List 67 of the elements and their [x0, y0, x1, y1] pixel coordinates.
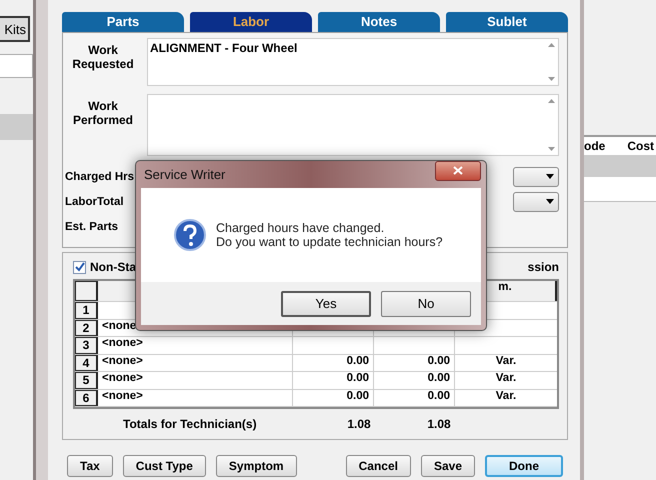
dropdown[interactable]	[513, 192, 559, 212]
scroll-down-icon[interactable]	[548, 147, 554, 151]
table-cell: Var.	[496, 354, 516, 366]
close-button[interactable]	[435, 160, 481, 180]
column-header: ode	[584, 139, 606, 153]
table-cell: Var.	[496, 390, 516, 402]
row-number: 2	[75, 320, 98, 336]
table-cell: 0.00	[428, 354, 450, 366]
question-icon	[174, 219, 206, 251]
table-cell: <none>	[102, 337, 143, 349]
tab[interactable]: Notes	[318, 12, 440, 32]
action-button[interactable]: Cust Type	[122, 455, 206, 477]
dropdown[interactable]	[513, 166, 559, 186]
column-label: ssion	[528, 260, 559, 274]
dialog-title: Service Writer	[143, 167, 226, 182]
field-label: Charged Hrs	[65, 170, 136, 182]
work-performed-field[interactable]	[147, 94, 559, 156]
dialog-message: Do you want to update technician hours?	[216, 235, 443, 249]
table-cell: 0.00	[346, 390, 369, 402]
dialog-button[interactable]: No	[381, 290, 471, 316]
action-button[interactable]: Cancel	[346, 455, 411, 477]
action-button[interactable]: Symptom	[216, 455, 297, 477]
table-row	[584, 177, 656, 202]
dialog-button[interactable]: Yes	[281, 290, 371, 316]
table-cell: <none>	[102, 372, 143, 384]
field-label: Work Performed	[72, 99, 134, 127]
column-header: Cost	[626, 139, 655, 153]
table-cell: 0.00	[428, 390, 450, 402]
table-cell: <none	[102, 320, 136, 332]
row-number: 6	[75, 390, 98, 406]
action-button[interactable]: Done	[485, 455, 563, 477]
table-cell: 0.00	[346, 354, 369, 366]
table-cell: 0.00	[346, 372, 369, 384]
table-cell: Var.	[496, 372, 516, 384]
field-label: Est. Parts	[65, 220, 120, 232]
row-number: 1	[75, 302, 98, 318]
work-requested-field[interactable]: ALIGNMENT - Four Wheel	[147, 38, 559, 86]
scroll-up-icon[interactable]	[548, 99, 554, 103]
total-value: 1.08	[346, 417, 372, 431]
scroll-down-icon[interactable]	[548, 77, 554, 81]
field-label: Work Requested	[71, 43, 135, 71]
total-value: 1.08	[426, 417, 452, 431]
table-row	[584, 155, 656, 177]
caret-icon	[546, 174, 554, 179]
row-number: 3	[75, 337, 98, 354]
tab[interactable]: Sublet	[446, 12, 568, 32]
table-row	[0, 114, 33, 140]
scroll-up-icon[interactable]	[548, 43, 554, 47]
action-button[interactable]: Tax	[67, 455, 113, 477]
totals-label: Totals for Technician(s)	[123, 417, 258, 431]
tab[interactable]: Parts	[62, 12, 184, 32]
row-number: 5	[75, 372, 98, 388]
table-cell: 0.00	[428, 372, 450, 384]
checkbox-label: Non-Sta	[90, 260, 136, 274]
field-label: LaborTotal	[65, 196, 125, 208]
tab[interactable]: Labor	[190, 12, 312, 32]
table-cell: <none>	[102, 354, 143, 366]
checkbox[interactable]	[73, 260, 86, 274]
caret-icon	[546, 199, 554, 204]
action-button[interactable]: Save	[420, 455, 475, 477]
row-number: 4	[75, 354, 98, 371]
input-field[interactable]	[0, 54, 33, 78]
dialog-message: Charged hours have changed.	[216, 221, 386, 235]
field-value: ALIGNMENT - Four Wheel	[149, 40, 298, 57]
table-cell: <none>	[102, 390, 143, 402]
close-icon	[453, 166, 463, 175]
kits-button[interactable]: Kits	[0, 16, 30, 42]
